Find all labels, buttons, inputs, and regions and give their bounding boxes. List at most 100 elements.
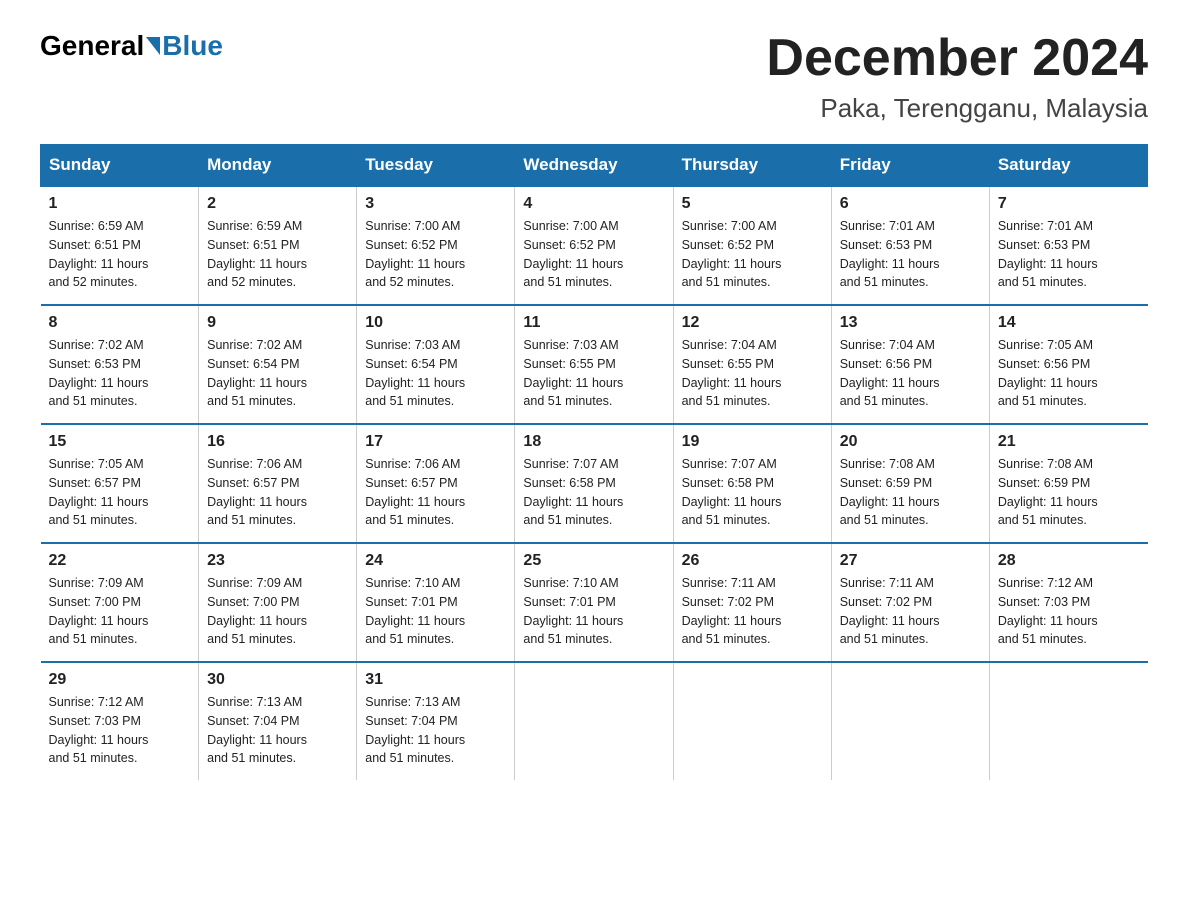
day-number: 13 xyxy=(840,314,981,332)
calendar-cell: 18Sunrise: 7:07 AMSunset: 6:58 PMDayligh… xyxy=(515,424,673,543)
calendar-week-row: 15 Sunrise: 7:05 AMSunset: 6:57 PMDayligh… xyxy=(41,424,1148,543)
calendar-cell: 30Sunrise: 7:13 AMSunset: 7:04 PMDayligh… xyxy=(199,662,357,780)
day-info: Sunrise: 7:02 AMSunset: 6:54 PMDaylight:… xyxy=(207,336,348,411)
calendar-week-row: 8 Sunrise: 7:02 AMSunset: 6:53 PMDaylight… xyxy=(41,305,1148,424)
title-block: December 2024 Paka, Terengganu, Malaysia xyxy=(766,30,1148,124)
calendar-cell: 21 Sunrise: 7:08 AMSunset: 6:59 PMDayligh… xyxy=(989,424,1147,543)
day-info: Sunrise: 7:11 AMSunset: 7:02 PMDaylight:… xyxy=(682,574,823,649)
day-info: Sunrise: 7:11 AMSunset: 7:02 PMDaylight:… xyxy=(840,574,981,649)
header-saturday: Saturday xyxy=(989,145,1147,187)
logo-general-text: General xyxy=(40,30,144,62)
logo: General Blue xyxy=(40,30,223,62)
day-number: 5 xyxy=(682,195,823,213)
calendar-cell: 19Sunrise: 7:07 AMSunset: 6:58 PMDayligh… xyxy=(673,424,831,543)
header-sunday: Sunday xyxy=(41,145,199,187)
day-info: Sunrise: 7:03 AMSunset: 6:54 PMDaylight:… xyxy=(365,336,506,411)
day-number: 2 xyxy=(207,195,348,213)
header-friday: Friday xyxy=(831,145,989,187)
calendar-cell: 11 Sunrise: 7:03 AMSunset: 6:55 PMDayligh… xyxy=(515,305,673,424)
day-number: 3 xyxy=(365,195,506,213)
day-info: Sunrise: 7:04 AMSunset: 6:56 PMDaylight:… xyxy=(840,336,981,411)
calendar-cell: 15 Sunrise: 7:05 AMSunset: 6:57 PMDayligh… xyxy=(41,424,199,543)
day-info: Sunrise: 7:01 AMSunset: 6:53 PMDaylight:… xyxy=(998,217,1140,292)
calendar-cell: 17 Sunrise: 7:06 AMSunset: 6:57 PMDayligh… xyxy=(357,424,515,543)
calendar-cell: 14 Sunrise: 7:05 AMSunset: 6:56 PMDayligh… xyxy=(989,305,1147,424)
day-info: Sunrise: 7:13 AMSunset: 7:04 PMDaylight:… xyxy=(207,693,348,768)
day-info: Sunrise: 7:08 AMSunset: 6:59 PMDaylight:… xyxy=(840,455,981,530)
calendar-cell: 20 Sunrise: 7:08 AMSunset: 6:59 PMDayligh… xyxy=(831,424,989,543)
calendar-week-row: 22Sunrise: 7:09 AMSunset: 7:00 PMDayligh… xyxy=(41,543,1148,662)
day-number: 9 xyxy=(207,314,348,332)
day-number: 29 xyxy=(49,671,191,689)
day-number: 8 xyxy=(49,314,191,332)
day-info: Sunrise: 7:08 AMSunset: 6:59 PMDaylight:… xyxy=(998,455,1140,530)
day-number: 16 xyxy=(207,433,348,451)
calendar-cell: 9 Sunrise: 7:02 AMSunset: 6:54 PMDaylight… xyxy=(199,305,357,424)
day-number: 24 xyxy=(365,552,506,570)
day-info: Sunrise: 7:02 AMSunset: 6:53 PMDaylight:… xyxy=(49,336,191,411)
calendar-cell: 29 Sunrise: 7:12 AMSunset: 7:03 PMDayligh… xyxy=(41,662,199,780)
logo-arrow-icon xyxy=(146,37,160,55)
calendar-cell: 24Sunrise: 7:10 AMSunset: 7:01 PMDayligh… xyxy=(357,543,515,662)
day-info: Sunrise: 7:09 AMSunset: 7:00 PMDaylight:… xyxy=(49,574,191,649)
calendar-cell: 8 Sunrise: 7:02 AMSunset: 6:53 PMDaylight… xyxy=(41,305,199,424)
header-thursday: Thursday xyxy=(673,145,831,187)
day-number: 11 xyxy=(523,314,664,332)
calendar-cell: 10 Sunrise: 7:03 AMSunset: 6:54 PMDayligh… xyxy=(357,305,515,424)
day-info: Sunrise: 7:09 AMSunset: 7:00 PMDaylight:… xyxy=(207,574,348,649)
day-number: 4 xyxy=(523,195,664,213)
calendar-cell: 28 Sunrise: 7:12 AMSunset: 7:03 PMDayligh… xyxy=(989,543,1147,662)
day-info: Sunrise: 7:05 AMSunset: 6:56 PMDaylight:… xyxy=(998,336,1140,411)
day-number: 6 xyxy=(840,195,981,213)
day-info: Sunrise: 7:12 AMSunset: 7:03 PMDaylight:… xyxy=(998,574,1140,649)
day-number: 1 xyxy=(49,195,191,213)
day-info: Sunrise: 7:00 AMSunset: 6:52 PMDaylight:… xyxy=(682,217,823,292)
day-number: 27 xyxy=(840,552,981,570)
calendar-cell: 1 Sunrise: 6:59 AMSunset: 6:51 PMDaylight… xyxy=(41,186,199,305)
day-info: Sunrise: 7:12 AMSunset: 7:03 PMDaylight:… xyxy=(49,693,191,768)
header-wednesday: Wednesday xyxy=(515,145,673,187)
day-info: Sunrise: 7:01 AMSunset: 6:53 PMDaylight:… xyxy=(840,217,981,292)
day-info: Sunrise: 6:59 AMSunset: 6:51 PMDaylight:… xyxy=(49,217,191,292)
calendar-cell: 13 Sunrise: 7:04 AMSunset: 6:56 PMDayligh… xyxy=(831,305,989,424)
day-number: 18 xyxy=(523,433,664,451)
calendar-cell: 4 Sunrise: 7:00 AMSunset: 6:52 PMDaylight… xyxy=(515,186,673,305)
day-number: 17 xyxy=(365,433,506,451)
day-number: 12 xyxy=(682,314,823,332)
day-info: Sunrise: 7:00 AMSunset: 6:52 PMDaylight:… xyxy=(365,217,506,292)
day-number: 26 xyxy=(682,552,823,570)
calendar-week-row: 29 Sunrise: 7:12 AMSunset: 7:03 PMDayligh… xyxy=(41,662,1148,780)
calendar-cell: 23Sunrise: 7:09 AMSunset: 7:00 PMDayligh… xyxy=(199,543,357,662)
page-header: General Blue December 2024 Paka, Terengg… xyxy=(40,30,1148,124)
day-number: 10 xyxy=(365,314,506,332)
day-number: 21 xyxy=(998,433,1140,451)
calendar-cell: 6 Sunrise: 7:01 AMSunset: 6:53 PMDaylight… xyxy=(831,186,989,305)
day-info: Sunrise: 7:06 AMSunset: 6:57 PMDaylight:… xyxy=(365,455,506,530)
day-number: 14 xyxy=(998,314,1140,332)
day-number: 19 xyxy=(682,433,823,451)
calendar-cell xyxy=(989,662,1147,780)
day-number: 20 xyxy=(840,433,981,451)
day-info: Sunrise: 7:04 AMSunset: 6:55 PMDaylight:… xyxy=(682,336,823,411)
day-number: 15 xyxy=(49,433,191,451)
day-info: Sunrise: 7:00 AMSunset: 6:52 PMDaylight:… xyxy=(523,217,664,292)
day-number: 31 xyxy=(365,671,506,689)
calendar-cell: 7 Sunrise: 7:01 AMSunset: 6:53 PMDaylight… xyxy=(989,186,1147,305)
day-info: Sunrise: 7:03 AMSunset: 6:55 PMDaylight:… xyxy=(523,336,664,411)
calendar-table: SundayMondayTuesdayWednesdayThursdayFrid… xyxy=(40,144,1148,780)
day-number: 25 xyxy=(523,552,664,570)
day-info: Sunrise: 6:59 AMSunset: 6:51 PMDaylight:… xyxy=(207,217,348,292)
header-tuesday: Tuesday xyxy=(357,145,515,187)
calendar-cell: 12 Sunrise: 7:04 AMSunset: 6:55 PMDayligh… xyxy=(673,305,831,424)
calendar-cell: 31Sunrise: 7:13 AMSunset: 7:04 PMDayligh… xyxy=(357,662,515,780)
day-info: Sunrise: 7:06 AMSunset: 6:57 PMDaylight:… xyxy=(207,455,348,530)
calendar-cell xyxy=(515,662,673,780)
calendar-cell: 27 Sunrise: 7:11 AMSunset: 7:02 PMDayligh… xyxy=(831,543,989,662)
calendar-cell xyxy=(831,662,989,780)
day-number: 7 xyxy=(998,195,1140,213)
day-number: 28 xyxy=(998,552,1140,570)
calendar-header-row: SundayMondayTuesdayWednesdayThursdayFrid… xyxy=(41,145,1148,187)
calendar-cell: 22Sunrise: 7:09 AMSunset: 7:00 PMDayligh… xyxy=(41,543,199,662)
day-info: Sunrise: 7:05 AMSunset: 6:57 PMDaylight:… xyxy=(49,455,191,530)
header-monday: Monday xyxy=(199,145,357,187)
